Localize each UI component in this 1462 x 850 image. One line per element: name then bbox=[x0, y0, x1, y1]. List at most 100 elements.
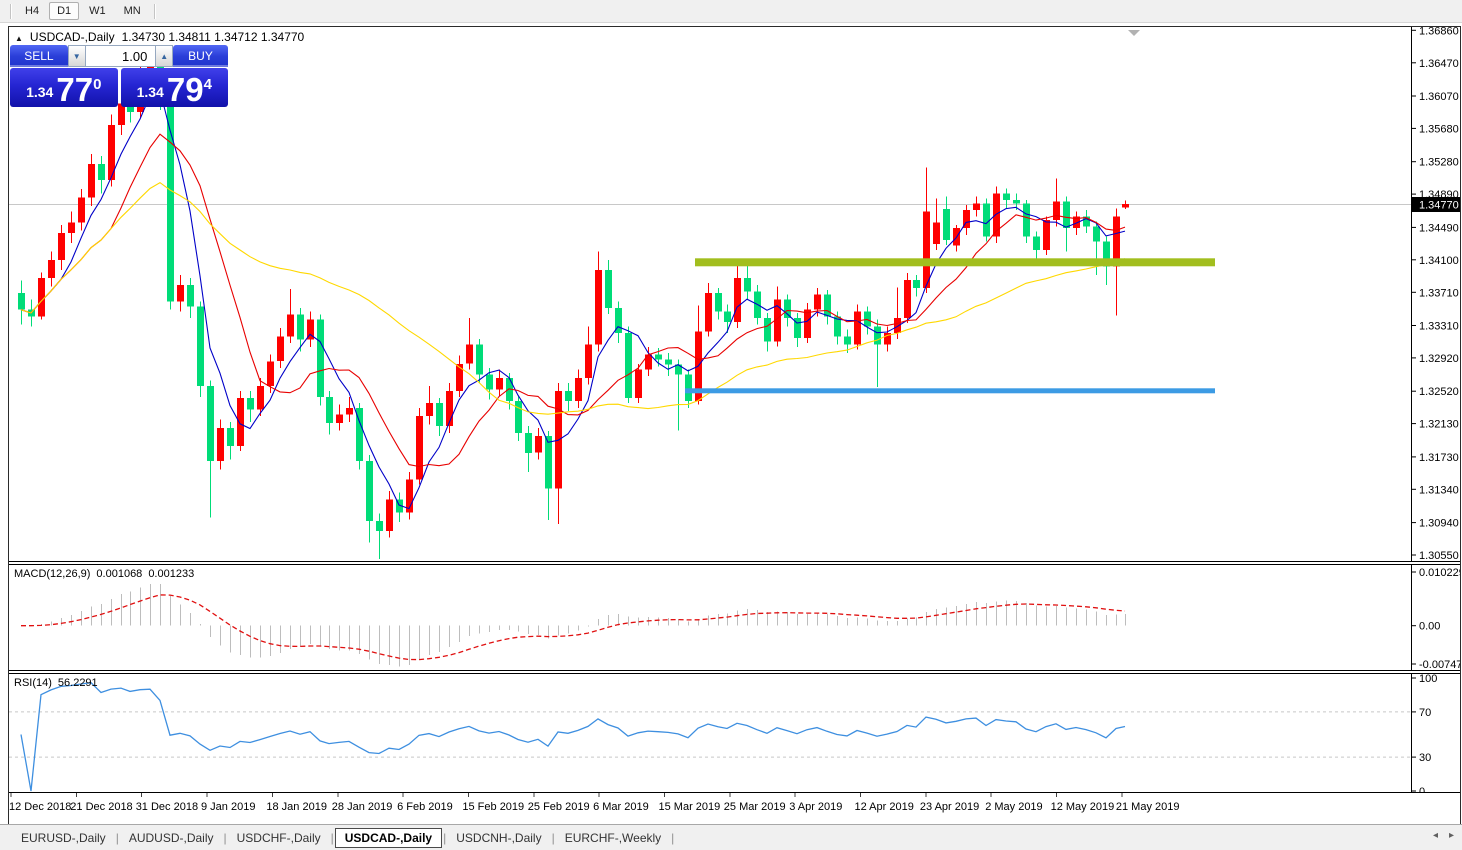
timeframe-button-d1[interactable]: D1 bbox=[49, 2, 79, 20]
svg-text:15 Feb 2019: 15 Feb 2019 bbox=[462, 801, 524, 813]
buy-price-box[interactable]: 1.34 79 4 bbox=[121, 68, 229, 107]
svg-text:1.31340: 1.31340 bbox=[1419, 484, 1459, 496]
main-chart-canvas[interactable]: 1.368601.364701.360701.356801.352801.348… bbox=[9, 27, 1460, 561]
tab-usdcnh-daily[interactable]: USDCNH-,Daily bbox=[447, 829, 550, 847]
svg-text:12 Dec 2018: 12 Dec 2018 bbox=[9, 801, 71, 813]
date-axis[interactable]: 12 Dec 201821 Dec 2018 31 Dec 20189 Jan 2… bbox=[9, 793, 1460, 822]
tab-usdchf-daily[interactable]: USDCHF-,Daily bbox=[228, 829, 330, 847]
svg-text:1.36860: 1.36860 bbox=[1419, 27, 1459, 37]
collapse-triangle-icon[interactable]: ▲ bbox=[15, 34, 23, 43]
svg-text:30: 30 bbox=[1419, 752, 1431, 764]
svg-text:18 Jan 2019: 18 Jan 2019 bbox=[266, 801, 327, 813]
svg-text:-0.007477: -0.007477 bbox=[1419, 659, 1460, 670]
svg-text:1.34490: 1.34490 bbox=[1419, 222, 1459, 234]
rsi-axis: 10070300 bbox=[1411, 674, 1437, 792]
svg-text:21 Dec 2018: 21 Dec 2018 bbox=[70, 801, 132, 813]
svg-text:6 Mar 2019: 6 Mar 2019 bbox=[593, 801, 649, 813]
macd-canvas[interactable]: 0.010229 0.00 -0.007477 bbox=[9, 565, 1460, 670]
tab-separator: | bbox=[224, 831, 227, 845]
tab-separator: | bbox=[552, 831, 555, 845]
spin-down-icon: ▼ bbox=[73, 52, 81, 61]
svg-text:1.33710: 1.33710 bbox=[1419, 287, 1459, 299]
svg-text:2 May 2019: 2 May 2019 bbox=[985, 801, 1042, 813]
volume-increase-button[interactable]: ▲ bbox=[155, 45, 173, 67]
price-axis: 1.368601.364701.360701.356801.352801.348… bbox=[1411, 27, 1460, 561]
svg-text:1.32130: 1.32130 bbox=[1419, 419, 1459, 431]
macd-label-row: MACD(12,26,9) 0.001068 0.001233 bbox=[14, 568, 194, 580]
tab-separator: | bbox=[116, 831, 119, 845]
support-line bbox=[685, 388, 1215, 393]
svg-text:31 Dec 2018: 31 Dec 2018 bbox=[136, 801, 198, 813]
svg-text:12 Apr 2019: 12 Apr 2019 bbox=[855, 801, 914, 813]
svg-text:9 Jan 2019: 9 Jan 2019 bbox=[201, 801, 255, 813]
rsi-value: 56.2291 bbox=[58, 677, 98, 689]
sell-price-big: 77 bbox=[56, 74, 93, 106]
price-chart-panel[interactable]: 1.368601.364701.360701.356801.352801.348… bbox=[9, 27, 1460, 561]
chart-shift-marker bbox=[1128, 30, 1140, 36]
svg-text:1.32520: 1.32520 bbox=[1419, 386, 1459, 398]
tab-usdcad-daily[interactable]: USDCAD-,Daily bbox=[335, 828, 442, 848]
sell-price-prefix: 1.34 bbox=[26, 84, 53, 100]
ma-slow-line bbox=[21, 183, 1125, 415]
svg-text:1.33310: 1.33310 bbox=[1419, 321, 1459, 333]
svg-text:0.00: 0.00 bbox=[1419, 621, 1440, 633]
svg-text:1.30940: 1.30940 bbox=[1419, 518, 1459, 530]
tab-scroll-right-icon[interactable]: ▸ bbox=[1449, 830, 1454, 841]
tab-eurusd-daily[interactable]: EURUSD-,Daily bbox=[12, 829, 115, 847]
rsi-label-row: RSI(14) 56.2291 bbox=[14, 677, 98, 689]
date-labels: 12 Dec 201821 Dec 2018 31 Dec 20189 Jan 2… bbox=[9, 793, 1180, 813]
buy-button[interactable]: BUY bbox=[173, 45, 228, 67]
tab-audusd-daily[interactable]: AUDUSD-,Daily bbox=[120, 829, 223, 847]
chart-symbol-label: USDCAD-,Daily bbox=[30, 30, 115, 44]
svg-text:25 Mar 2019: 25 Mar 2019 bbox=[724, 801, 786, 813]
chart-window: 1.368601.364701.360701.356801.352801.348… bbox=[8, 26, 1461, 825]
candles-layer bbox=[18, 49, 1129, 560]
svg-text:6 Feb 2019: 6 Feb 2019 bbox=[397, 801, 453, 813]
sell-price-box[interactable]: 1.34 77 0 bbox=[10, 68, 118, 107]
svg-text:1.35680: 1.35680 bbox=[1419, 123, 1459, 135]
buy-price-big: 79 bbox=[167, 74, 204, 106]
sell-button[interactable]: SELL bbox=[10, 45, 68, 67]
svg-text:1.34770: 1.34770 bbox=[1419, 200, 1459, 212]
tab-eurchf-weekly[interactable]: EURCHF-,Weekly bbox=[556, 829, 670, 847]
macd-axis: 0.010229 0.00 -0.007477 bbox=[1411, 567, 1460, 670]
rsi-canvas[interactable]: 10070300 bbox=[9, 674, 1460, 792]
svg-text:21 May 2019: 21 May 2019 bbox=[1116, 801, 1180, 813]
macd-value-main: 0.001068 bbox=[96, 568, 142, 580]
svg-text:1.34100: 1.34100 bbox=[1419, 255, 1459, 267]
timeframe-button-mn[interactable]: MN bbox=[116, 2, 149, 20]
chart-ohlc-values: 1.34730 1.34811 1.34712 1.34770 bbox=[122, 30, 305, 44]
sell-price-sup: 0 bbox=[93, 76, 101, 93]
svg-text:28 Jan 2019: 28 Jan 2019 bbox=[332, 801, 393, 813]
svg-text:15 Mar 2019: 15 Mar 2019 bbox=[659, 801, 721, 813]
chart-title: ▲ USDCAD-,Daily 1.34730 1.34811 1.34712 … bbox=[15, 30, 304, 44]
tab-scroll-controls: ◂ ▸ bbox=[1433, 830, 1454, 841]
volume-decrease-button[interactable]: ▼ bbox=[68, 45, 86, 67]
svg-text:1.32920: 1.32920 bbox=[1419, 353, 1459, 365]
macd-value-signal: 0.001233 bbox=[148, 568, 194, 580]
volume-input[interactable]: 1.00 bbox=[86, 45, 156, 67]
tab-scroll-left-icon[interactable]: ◂ bbox=[1433, 830, 1438, 841]
tab-separator: | bbox=[331, 831, 334, 845]
svg-text:0.010229: 0.010229 bbox=[1419, 567, 1460, 579]
rsi-line bbox=[21, 683, 1125, 791]
timeframe-button-w1[interactable]: W1 bbox=[81, 2, 114, 20]
svg-text:23 Apr 2019: 23 Apr 2019 bbox=[920, 801, 979, 813]
svg-text:12 May 2019: 12 May 2019 bbox=[1051, 801, 1115, 813]
svg-text:1.30550: 1.30550 bbox=[1419, 550, 1459, 561]
macd-indicator-panel[interactable]: 0.010229 0.00 -0.007477 MACD(12,26,9) 0.00… bbox=[9, 565, 1460, 670]
tab-separator: | bbox=[443, 831, 446, 845]
buy-price-sup: 4 bbox=[204, 76, 212, 93]
timeframe-toolbar: H4D1W1MN bbox=[0, 0, 1462, 23]
ma-mid-line bbox=[21, 134, 1125, 466]
svg-text:3 Apr 2019: 3 Apr 2019 bbox=[789, 801, 842, 813]
timeframe-button-h4[interactable]: H4 bbox=[17, 2, 47, 20]
svg-text:70: 70 bbox=[1419, 707, 1431, 719]
rsi-indicator-panel[interactable]: 10070300 RSI(14) 56.2291 bbox=[9, 674, 1460, 792]
resistance-line bbox=[695, 258, 1215, 266]
svg-text:1.31730: 1.31730 bbox=[1419, 452, 1459, 464]
one-click-trading-panel: SELL ▼ 1.00 ▲ BUY 1.34 77 0 1.34 79 4 bbox=[10, 45, 228, 107]
toolbar-separator bbox=[154, 4, 156, 19]
rsi-label: RSI(14) bbox=[14, 677, 52, 689]
svg-text:25 Feb 2019: 25 Feb 2019 bbox=[528, 801, 590, 813]
